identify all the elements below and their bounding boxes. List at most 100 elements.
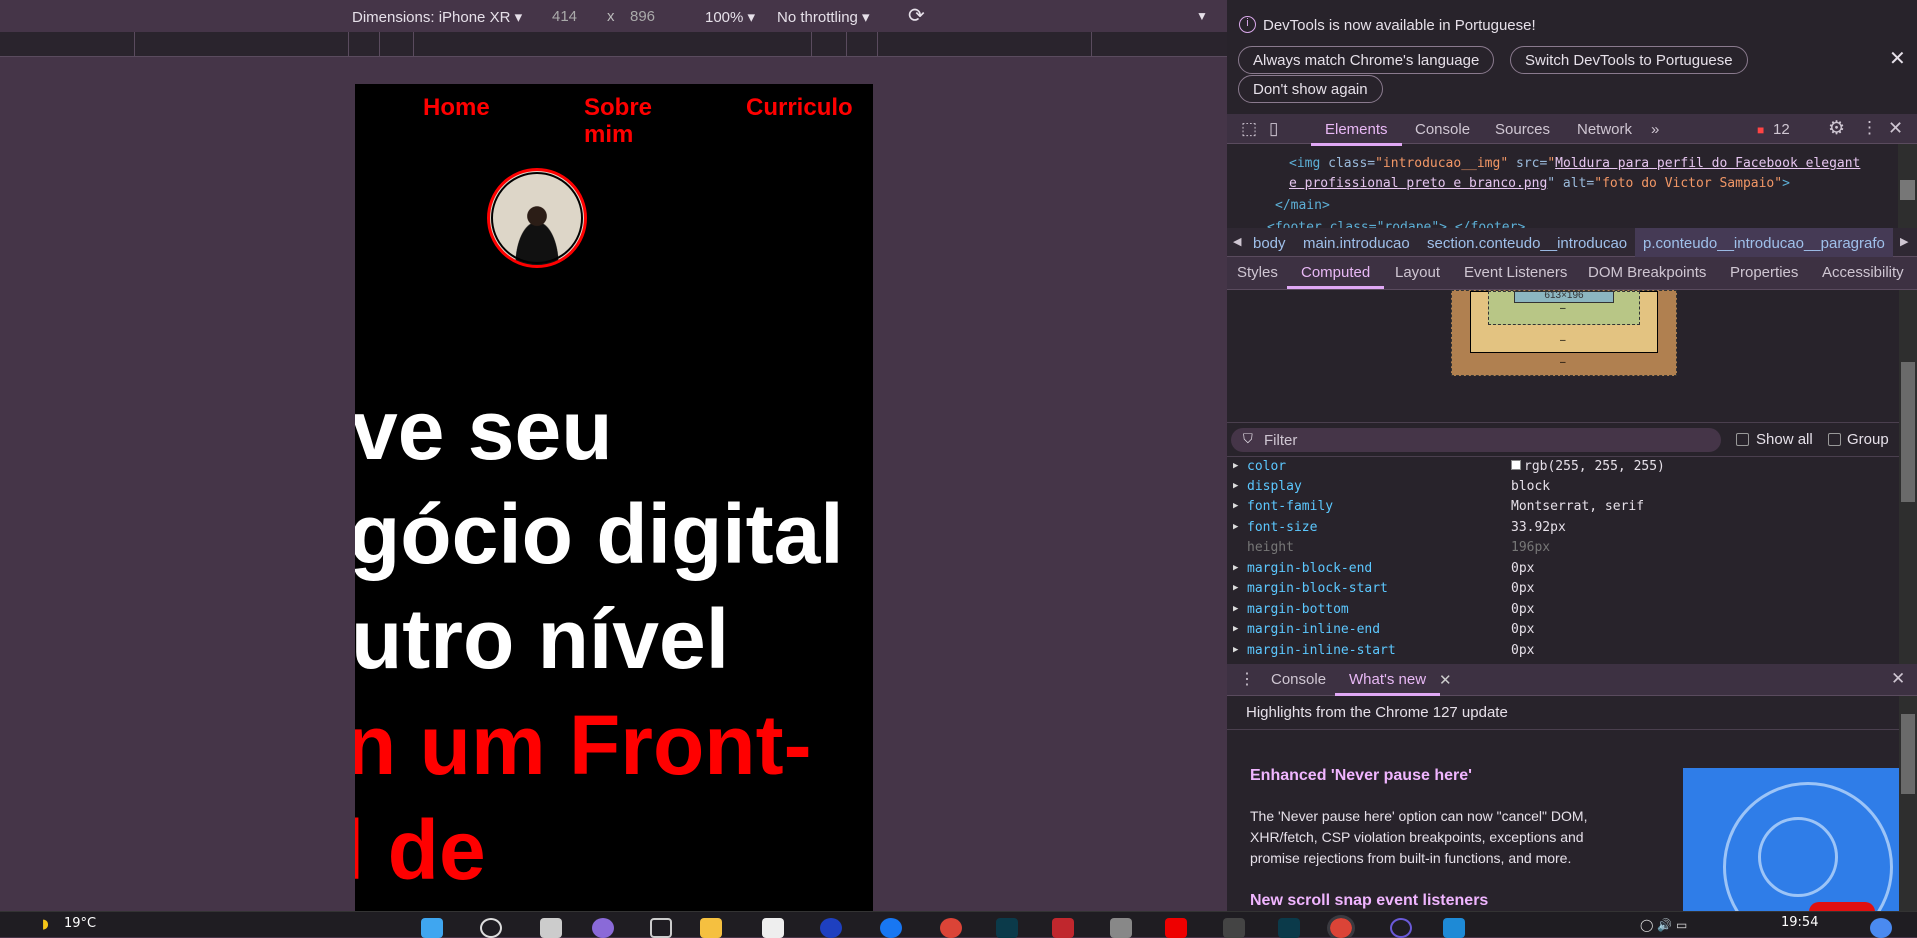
breadcrumb: ◀ body main.introducao section.conteudo_…: [1227, 228, 1917, 259]
nav-curriculo[interactable]: Curriculo: [746, 94, 853, 121]
subtab-accessibility[interactable]: Accessibility: [1822, 264, 1904, 281]
headline-line: utro nível: [355, 592, 730, 686]
elements-tree[interactable]: <img class="introducao__img" src="Moldur…: [1227, 144, 1897, 228]
settings-gear-icon[interactable]: ⚙: [1828, 117, 1845, 140]
group-checkbox[interactable]: [1828, 433, 1841, 446]
width-input[interactable]: 414: [552, 8, 577, 25]
rotate-icon[interactable]: ⟳: [908, 3, 925, 28]
store-icon[interactable]: [762, 918, 784, 938]
weather-icon[interactable]: ◗: [42, 917, 49, 932]
app-icon[interactable]: [592, 918, 614, 938]
scroll-right-icon[interactable]: ▶: [1900, 235, 1908, 248]
task-view-icon[interactable]: [540, 918, 562, 938]
subtab-layout[interactable]: Layout: [1395, 264, 1440, 281]
img-src-link[interactable]: e profissional preto e branco.png: [1289, 176, 1547, 191]
copilot-icon[interactable]: [1870, 918, 1892, 938]
taskbar: ◗ 19°C ◯ 🔊 ▭ 19:54: [0, 911, 1917, 938]
img-src-link[interactable]: Moldura para perfil do Facebook elegant: [1555, 156, 1860, 171]
headline-line: n um Front-: [355, 698, 812, 792]
kebab-menu-icon[interactable]: ⋮: [1861, 118, 1878, 138]
headline-line: l de: [355, 803, 486, 897]
settings-icon[interactable]: [650, 918, 672, 938]
subtab-computed[interactable]: Computed: [1286, 264, 1385, 289]
dont-show-again-button[interactable]: Don't show again: [1238, 75, 1383, 103]
close-tab-icon[interactable]: ✕: [1439, 671, 1452, 689]
headline-line: ve seu: [355, 383, 613, 477]
dimensions-dropdown[interactable]: Dimensions: iPhone XR ▾: [352, 8, 522, 26]
nav-home[interactable]: Home: [423, 94, 490, 121]
devtools-tabbar: ⬚ ▯ Elements Console Sources Network » ■…: [1227, 114, 1917, 146]
subtab-properties[interactable]: Properties: [1730, 264, 1798, 281]
avatar: [487, 168, 587, 268]
vscode-icon[interactable]: [1443, 918, 1465, 938]
close-devtools-icon[interactable]: ✕: [1888, 118, 1903, 139]
nav-sobre-mim[interactable]: Sobre mim: [584, 94, 674, 148]
info-icon: i: [1239, 16, 1256, 33]
facebook-icon[interactable]: [880, 918, 902, 938]
file-explorer-icon[interactable]: [700, 918, 722, 938]
app-icon[interactable]: [1223, 918, 1245, 938]
subtab-dom-breakpoints[interactable]: DOM Breakpoints: [1588, 264, 1706, 281]
issues-count[interactable]: 12: [1773, 121, 1790, 138]
show-all-checkbox[interactable]: [1736, 433, 1749, 446]
height-input[interactable]: 896: [630, 8, 655, 25]
tab-console[interactable]: Console: [1415, 121, 1470, 138]
color-swatch[interactable]: [1511, 460, 1521, 470]
whats-new-header: Highlights from the Chrome 127 update: [1227, 696, 1899, 730]
start-icon[interactable]: [421, 918, 443, 938]
close-drawer-icon[interactable]: ✕: [1891, 669, 1905, 689]
clock[interactable]: 19:54: [1781, 915, 1818, 930]
zoom-dropdown[interactable]: 100% ▾: [705, 8, 755, 26]
youtube-icon[interactable]: [1165, 918, 1187, 938]
drawer-tab-console[interactable]: Console: [1271, 671, 1326, 688]
device-viewport: Home Sobre mim Curriculo ve seu gócio di…: [355, 84, 873, 911]
throttling-dropdown[interactable]: No throttling ▾: [777, 8, 870, 26]
breadcrumb-item[interactable]: main.introducao: [1303, 235, 1410, 252]
more-options-icon[interactable]: ▼: [1196, 9, 1208, 23]
tab-elements[interactable]: Elements: [1311, 121, 1401, 146]
drawer-tab-whats-new[interactable]: What's new: [1334, 671, 1441, 696]
app-icon[interactable]: [1390, 918, 1412, 938]
drawer-menu-icon[interactable]: ⋮: [1239, 669, 1255, 689]
subtab-event-listeners[interactable]: Event Listeners: [1464, 264, 1567, 281]
switch-language-button[interactable]: Switch DevTools to Portuguese: [1510, 46, 1748, 74]
scroll-left-icon[interactable]: ◀: [1233, 235, 1241, 248]
chrome-active-icon[interactable]: [1327, 915, 1355, 938]
device-toggle-icon[interactable]: ▯: [1269, 119, 1278, 139]
subtab-styles[interactable]: Styles: [1237, 264, 1278, 281]
devtools-panel: i DevTools is now available in Portugues…: [1227, 0, 1917, 911]
breadcrumb-item[interactable]: body: [1253, 235, 1286, 252]
app-icon[interactable]: [1278, 918, 1300, 938]
weather-temp[interactable]: 19°C: [64, 916, 96, 931]
chrome-icon[interactable]: [940, 918, 962, 938]
whats-new-content: Enhanced 'Never pause here' The 'Never p…: [1227, 730, 1899, 911]
close-notice-icon[interactable]: ✕: [1889, 46, 1906, 71]
issues-icon[interactable]: ■: [1757, 123, 1764, 137]
filter-input[interactable]: ⛉ Filter: [1231, 428, 1721, 452]
drawer-scrollbar[interactable]: [1899, 696, 1917, 911]
play-icon[interactable]: ▶: [1809, 902, 1875, 911]
feature-description: The 'Never pause here' option can now "c…: [1250, 808, 1588, 866]
device-toolbar: Dimensions: iPhone XR ▾ 414 x 896 100% ▾…: [0, 0, 1227, 32]
video-thumbnail[interactable]: ▶: [1683, 768, 1899, 911]
breadcrumb-item-selected[interactable]: p.conteudo__introducao__paragrafo: [1635, 228, 1893, 259]
inspect-icon[interactable]: ⬚: [1241, 119, 1257, 139]
headline-line: gócio digital: [355, 487, 844, 581]
elements-scrollbar[interactable]: [1898, 144, 1917, 228]
breadcrumb-item[interactable]: section.conteudo__introducao: [1427, 235, 1627, 252]
app-icon[interactable]: [996, 918, 1018, 938]
feature-heading[interactable]: Enhanced 'Never pause here': [1250, 767, 1472, 785]
tab-network[interactable]: Network: [1577, 121, 1632, 138]
match-language-button[interactable]: Always match Chrome's language: [1238, 46, 1495, 74]
search-icon[interactable]: [480, 918, 502, 938]
app-icon[interactable]: [1110, 918, 1132, 938]
notice-text: DevTools is now available in Portuguese!: [1263, 17, 1536, 34]
app-icon[interactable]: [820, 918, 842, 938]
media-query-ruler[interactable]: [0, 32, 1227, 57]
sidebar-scrollbar[interactable]: [1899, 290, 1917, 664]
tab-sources[interactable]: Sources: [1495, 121, 1550, 138]
feature-heading[interactable]: New scroll snap event listeners: [1250, 892, 1488, 910]
more-tabs-icon[interactable]: »: [1651, 121, 1659, 138]
netflix-icon[interactable]: [1052, 918, 1074, 938]
tray-icons[interactable]: ◯ 🔊 ▭: [1640, 918, 1687, 932]
